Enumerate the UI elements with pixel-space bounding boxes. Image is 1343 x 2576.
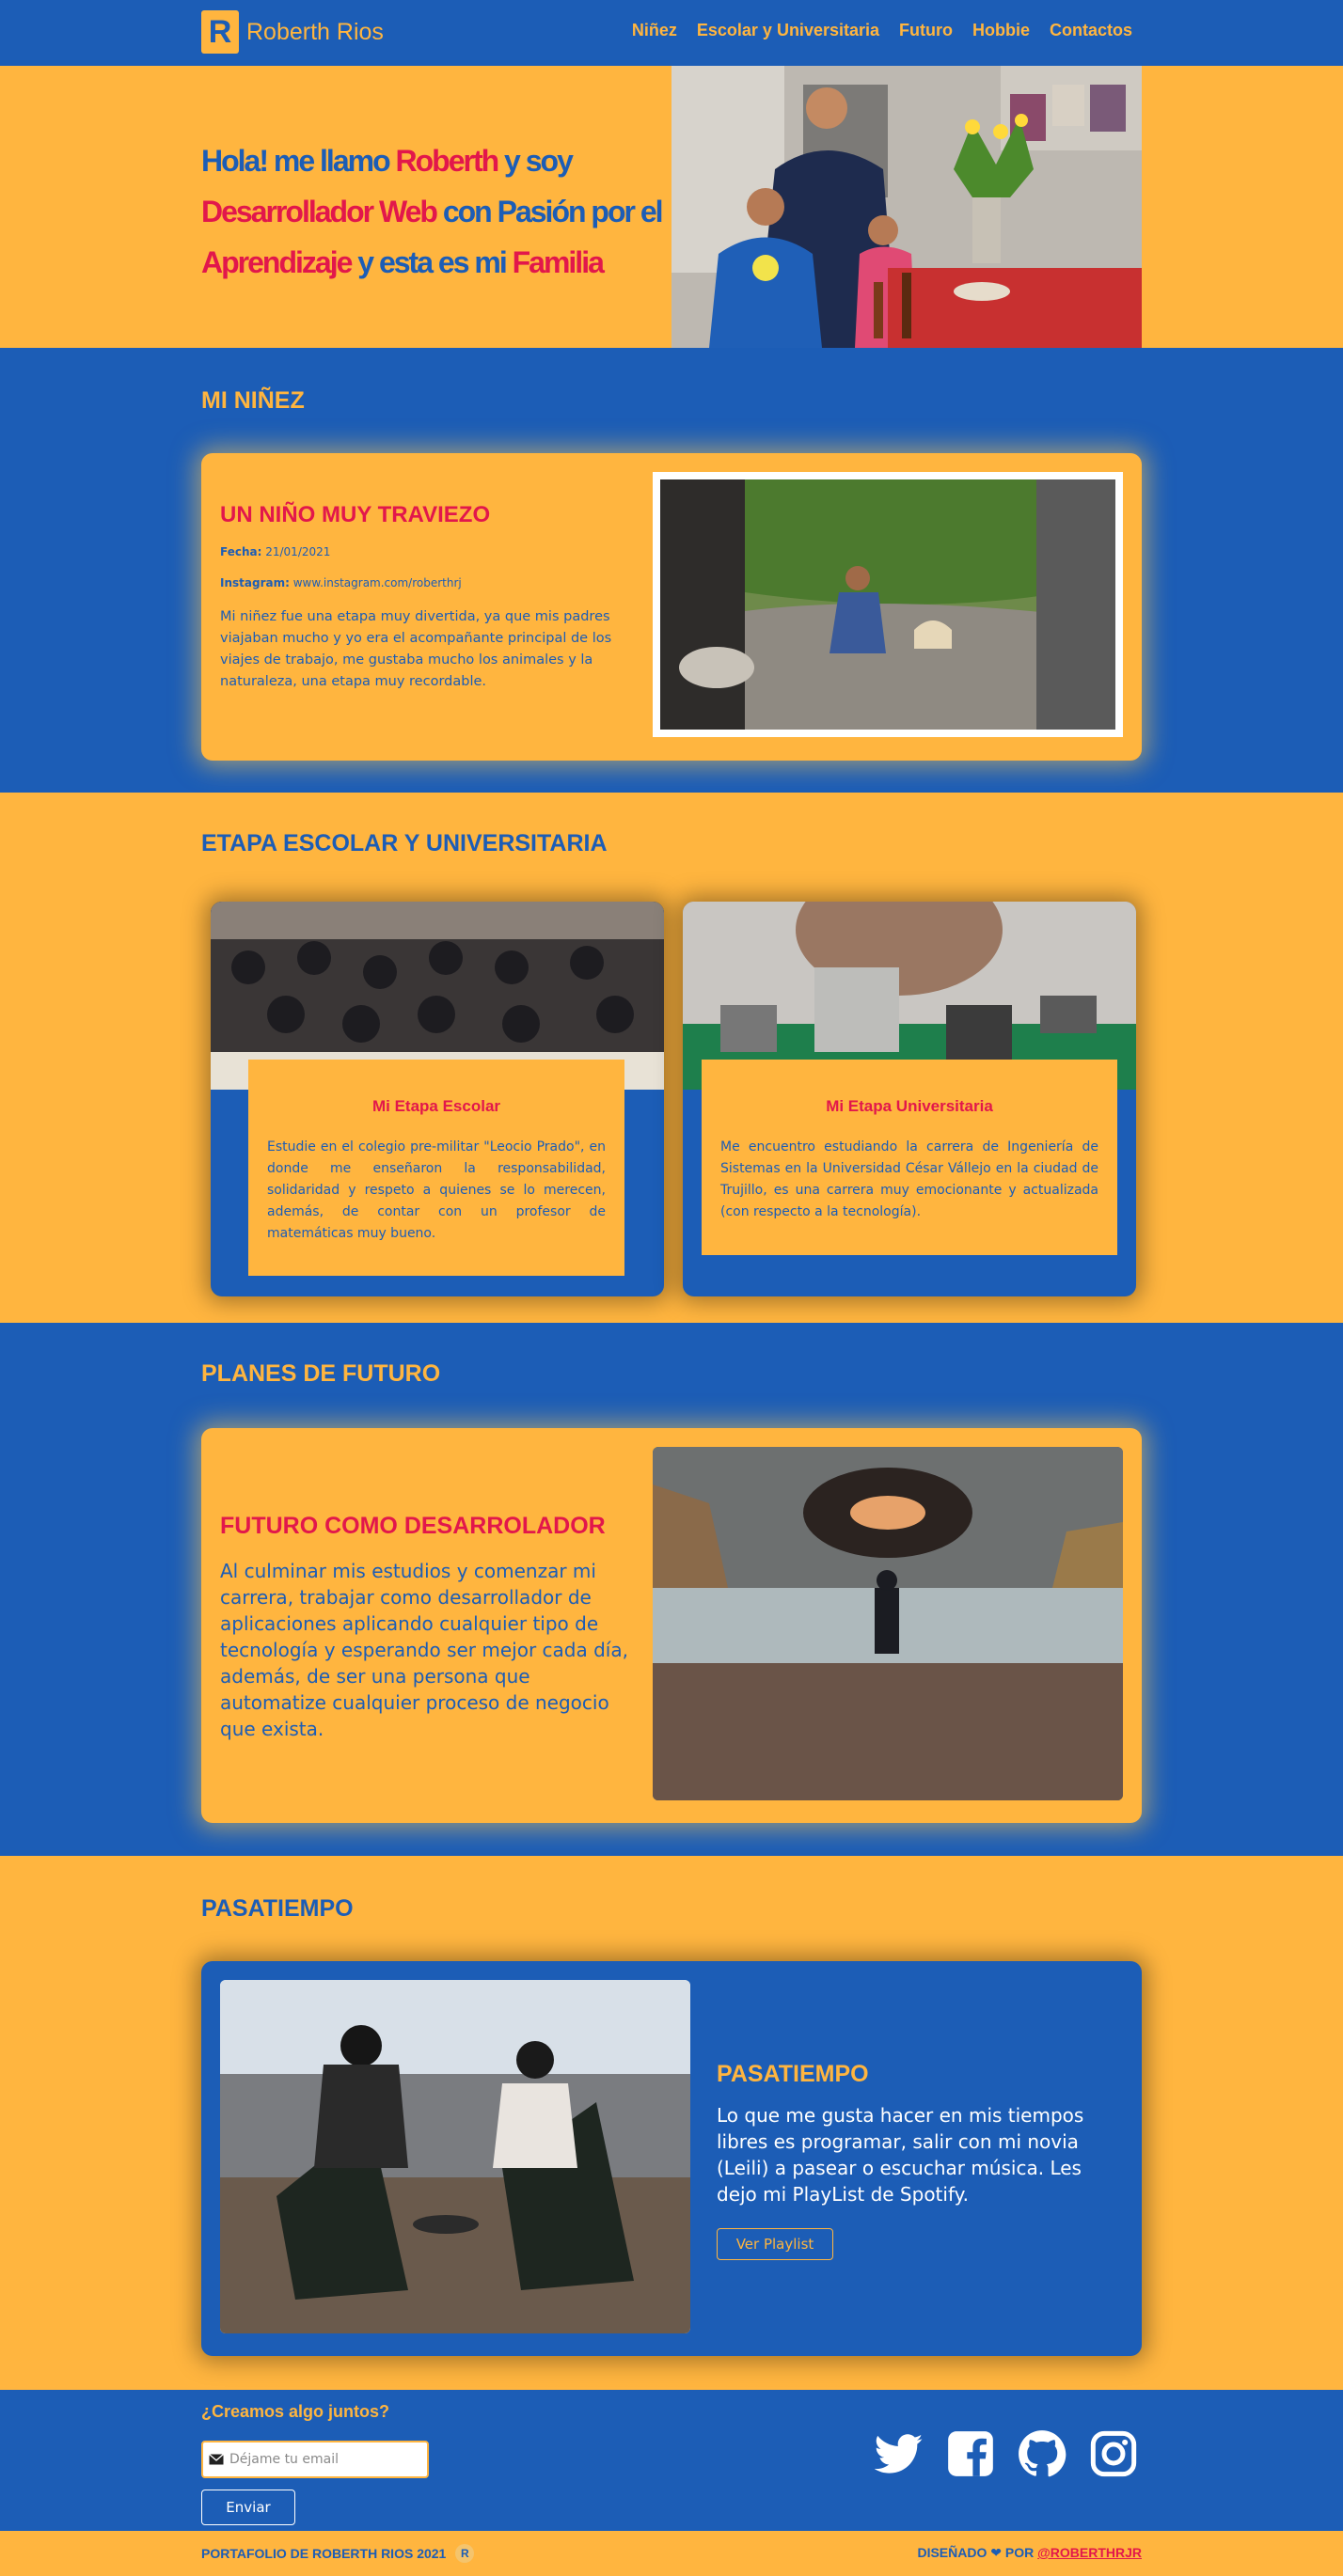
universitaria-card-text: Me encuentro estudiando la carrera de In… bbox=[720, 1139, 1098, 1219]
hero-text-1: Hola! me llamo bbox=[201, 144, 396, 178]
family-photo-art bbox=[672, 66, 1142, 348]
universitaria-card-body: Mi Etapa Universitaria Me encuentro estu… bbox=[702, 1060, 1117, 1255]
family-photo bbox=[672, 66, 1142, 348]
footer-logo: R bbox=[455, 2544, 475, 2563]
futuro-section: PLANES DE FUTURO FUTURO COMO DESARROLADO… bbox=[0, 1323, 1343, 1856]
fecha-label: Fecha: bbox=[220, 545, 262, 558]
envelope-icon bbox=[209, 2454, 224, 2465]
pasatiempo-section: PASATIEMPO PASATIEMPO Lo que me gusta ha… bbox=[0, 1856, 1343, 2390]
hero-section: Hola! me llamo Roberth y soy Desarrollad… bbox=[0, 66, 1343, 348]
escolar-section-title: ETAPA ESCOLAR Y UNIVERSITARIA bbox=[201, 830, 608, 856]
pasatiempo-text: Lo que me gusta hacer en mis tiempos lib… bbox=[717, 2104, 1084, 2206]
instagram-label: Instagram: bbox=[220, 576, 290, 589]
hero-text-7: y esta es mi bbox=[351, 245, 513, 279]
footer-copyright: PORTAFOLIO DE ROBERTH RIOS 2021 bbox=[201, 2546, 447, 2561]
ninez-text: Mi niñez fue una etapa muy divertida, ya… bbox=[220, 609, 612, 689]
footer-left: PORTAFOLIO DE ROBERTH RIOS 2021 R bbox=[201, 2544, 475, 2563]
navbar: R Roberth Rios Niñez Escolar y Universit… bbox=[0, 0, 1343, 66]
universitaria-card-title: Mi Etapa Universitaria bbox=[826, 1097, 993, 1115]
universitaria-card: Mi Etapa Universitaria Me encuentro estu… bbox=[683, 902, 1136, 1296]
ninez-fecha: Fecha: 21/01/2021 bbox=[220, 545, 330, 558]
github-icon[interactable] bbox=[1018, 2429, 1066, 2478]
fecha-value: 21/01/2021 bbox=[265, 545, 331, 558]
pasatiempo-photo bbox=[220, 1980, 690, 2333]
escolar-section: ETAPA ESCOLAR Y UNIVERSITARIA Mi Etapa E bbox=[0, 793, 1343, 1323]
hero-text-8: Familia bbox=[512, 245, 605, 279]
ninez-card: UN NIÑO MUY TRAVIEZO Fecha: 21/01/2021 I… bbox=[201, 453, 1142, 761]
ninez-photo-art bbox=[660, 479, 1115, 730]
hero-text-6: Aprendizaje bbox=[201, 245, 353, 279]
footer-designed-by: DISEÑADO ❤ POR bbox=[917, 2545, 1038, 2560]
hero-text-3: y soy bbox=[498, 144, 574, 178]
hero-text-4: Desarrollador Web bbox=[201, 195, 438, 228]
brand-name: Roberth Rios bbox=[246, 18, 384, 45]
escolar-card-title: Mi Etapa Escolar bbox=[371, 1097, 501, 1115]
ninez-section-title: MI NIÑEZ bbox=[201, 387, 305, 414]
ninez-photo-frame bbox=[653, 472, 1123, 737]
email-field[interactable]: Déjame tu email bbox=[201, 2441, 429, 2478]
ninez-section: MI NIÑEZ UN NIÑO MUY TRAVIEZO Fecha: 21/… bbox=[0, 348, 1343, 793]
nav-link-contactos[interactable]: Contactos bbox=[1050, 21, 1132, 40]
footer-author-link[interactable]: @ROBERTHRJR bbox=[1037, 2545, 1142, 2560]
page: R Roberth Rios Niñez Escolar y Universit… bbox=[0, 0, 1343, 2576]
nav-link-ninez[interactable]: Niñez bbox=[632, 21, 677, 40]
footer-right: DISEÑADO ❤ POR @ROBERTHRJR bbox=[917, 2545, 1142, 2561]
email-placeholder: Déjame tu email bbox=[229, 2452, 339, 2467]
nav-link-hobbie[interactable]: Hobbie bbox=[972, 21, 1030, 40]
escolar-card-text: Estudie en el colegio pre-militar "Leoci… bbox=[267, 1139, 606, 1241]
ninez-card-title: UN NIÑO MUY TRAVIEZO bbox=[220, 502, 491, 527]
facebook-icon[interactable] bbox=[946, 2429, 995, 2478]
ninez-instagram: Instagram: www.instagram.com/roberthrj bbox=[220, 576, 462, 589]
instagram-value[interactable]: www.instagram.com/roberthrj bbox=[293, 576, 462, 589]
nav-link-futuro[interactable]: Futuro bbox=[899, 21, 953, 40]
ninez-photo bbox=[660, 479, 1115, 730]
futuro-card: FUTURO COMO DESARROLADOR Al culminar mis… bbox=[201, 1428, 1142, 1823]
escolar-card: Mi Etapa Escolar Estudie en el colegio p… bbox=[211, 902, 664, 1296]
twitter-icon[interactable] bbox=[875, 2429, 924, 2478]
pasatiempo-card: PASATIEMPO Lo que me gusta hacer en mis … bbox=[201, 1961, 1142, 2356]
futuro-section-title: PLANES DE FUTURO bbox=[201, 1360, 441, 1387]
ver-playlist-button[interactable]: Ver Playlist bbox=[717, 2228, 833, 2260]
futuro-photo bbox=[653, 1447, 1123, 1800]
escolar-card-body: Mi Etapa Escolar Estudie en el colegio p… bbox=[248, 1060, 624, 1276]
pasatiempo-photo-art bbox=[220, 1980, 690, 2333]
nav-link-escolar[interactable]: Escolar y Universitaria bbox=[697, 21, 879, 40]
pasatiempo-card-title: PASATIEMPO bbox=[717, 2061, 869, 2087]
futuro-text: Al culminar mis estudios y comenzar mi c… bbox=[220, 1560, 628, 1740]
futuro-card-title: FUTURO COMO DESARROLADOR bbox=[220, 1513, 606, 1539]
contacto-section: ¿Creamos algo juntos? Déjame tu email En… bbox=[0, 2390, 1343, 2531]
pasatiempo-section-title: PASATIEMPO bbox=[201, 1895, 354, 1922]
nav-menu: Niñez Escolar y Universitaria Futuro Hob… bbox=[632, 21, 1132, 40]
brand-logo: R bbox=[201, 10, 239, 54]
hero-text-2: Roberth bbox=[395, 144, 500, 178]
footer-bar: PORTAFOLIO DE ROBERTH RIOS 2021 R DISEÑA… bbox=[0, 2531, 1343, 2576]
hero-text-5: con Pasión por el bbox=[435, 195, 664, 228]
hero-heading: Hola! me llamo Roberth y soy Desarrollad… bbox=[201, 135, 664, 288]
brand[interactable]: R Roberth Rios bbox=[201, 9, 384, 55]
instagram-icon[interactable] bbox=[1089, 2429, 1138, 2478]
contacto-title: ¿Creamos algo juntos? bbox=[201, 2402, 390, 2421]
futuro-photo-art bbox=[653, 1447, 1123, 1800]
social-links bbox=[875, 2429, 1138, 2478]
enviar-button[interactable]: Enviar bbox=[201, 2490, 295, 2525]
